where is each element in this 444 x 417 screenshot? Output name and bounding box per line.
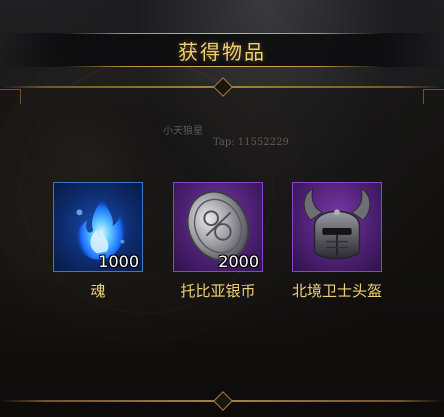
item-name-soul: 魂	[90, 282, 106, 300]
item-name-northern-guard-helmet: 北境卫士头盔	[291, 282, 382, 300]
item-slot-soul[interactable]: 1000	[53, 182, 143, 272]
watermark-username: 小天狼星	[163, 126, 203, 137]
panel-left-corner-ornament	[0, 89, 21, 104]
item-slot-silver-coin[interactable]: 2000	[173, 182, 263, 272]
watermark-user-id: Tap: 11552229	[213, 137, 289, 148]
title-bottom-divider	[60, 66, 384, 67]
dialog-title-bar: 获得物品	[0, 33, 444, 67]
title-top-divider	[60, 33, 384, 34]
item-slot-northern-guard-helmet[interactable]	[292, 182, 382, 272]
item-quantity: 2000	[218, 252, 259, 271]
item-quantity: 1000	[98, 252, 139, 271]
panel-right-corner-ornament	[423, 89, 444, 104]
dialog-title: 获得物品	[178, 40, 266, 64]
horned-helmet-icon	[303, 187, 371, 260]
item-name-silver-coin: 托比亚银币	[180, 282, 256, 300]
